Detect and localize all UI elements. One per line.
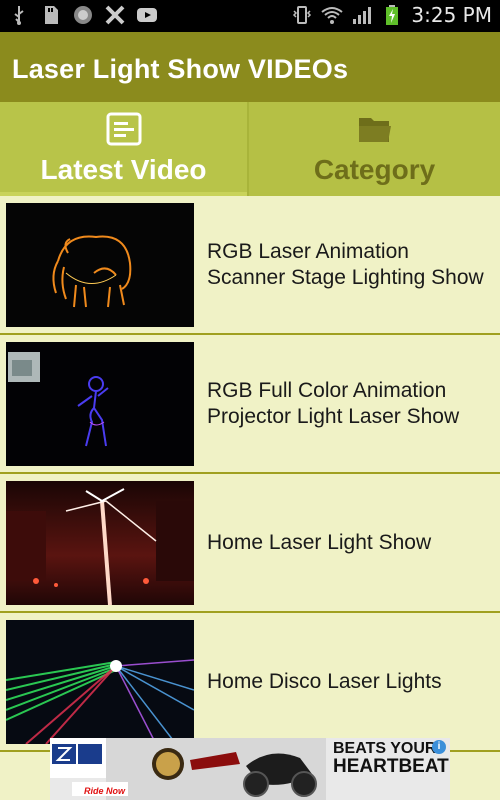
app-icon: [74, 6, 92, 24]
wifi-icon: [321, 7, 344, 24]
video-thumbnail: [6, 620, 194, 744]
ad-headline: HEARTBEAT: [333, 756, 449, 777]
clock: 3:25 PM: [411, 3, 492, 27]
ad-info-icon[interactable]: i: [432, 740, 446, 754]
app-bar: Laser Light Show VIDEOs: [0, 32, 500, 102]
video-thumbnail: [6, 481, 194, 605]
youtube-icon: [137, 8, 157, 22]
tab-latest-video[interactable]: Latest Video: [0, 102, 248, 196]
video-thumbnail: [6, 203, 194, 327]
tab-label: Latest Video: [40, 154, 207, 185]
usb-icon: [14, 6, 24, 25]
app-title: Laser Light Show VIDEOs: [12, 54, 349, 84]
tab-category[interactable]: Category: [247, 102, 500, 196]
ad-cta[interactable]: Ride Now: [84, 786, 125, 796]
video-title: RGB Laser Animation Scanner Stage Lighti…: [207, 239, 484, 289]
list-item[interactable]: Home Disco Laser Lights: [0, 613, 500, 752]
video-title: Home Laser Light Show: [207, 530, 432, 554]
list-item[interactable]: Home Laser Light Show: [0, 474, 500, 613]
video-title: Home Disco Laser Lights: [207, 669, 442, 693]
list-icon: [106, 112, 141, 146]
status-bar: 3:25 PM: [0, 0, 500, 32]
signal-icon: [353, 7, 372, 24]
vibrate-icon: [293, 6, 312, 24]
list-item[interactable]: RGB Laser Animation Scanner Stage Lighti…: [0, 196, 500, 335]
video-title: RGB Full Color Animation Projector Light…: [207, 378, 460, 428]
tab-bar: Latest Video Category: [0, 102, 500, 196]
x-icon: [105, 5, 125, 25]
battery-charging-icon: [386, 5, 399, 25]
list-item[interactable]: RGB Full Color Animation Projector Light…: [0, 335, 500, 474]
tab-label: Category: [313, 154, 436, 185]
video-thumbnail: [6, 342, 194, 466]
folder-icon: [358, 118, 391, 142]
sd-card-icon: [45, 6, 58, 24]
video-list: RGB Laser Animation Scanner Stage Lighti…: [0, 196, 500, 756]
ad-banner[interactable]: Ride Now BEATS YOUR HEARTBEAT i: [50, 738, 450, 800]
